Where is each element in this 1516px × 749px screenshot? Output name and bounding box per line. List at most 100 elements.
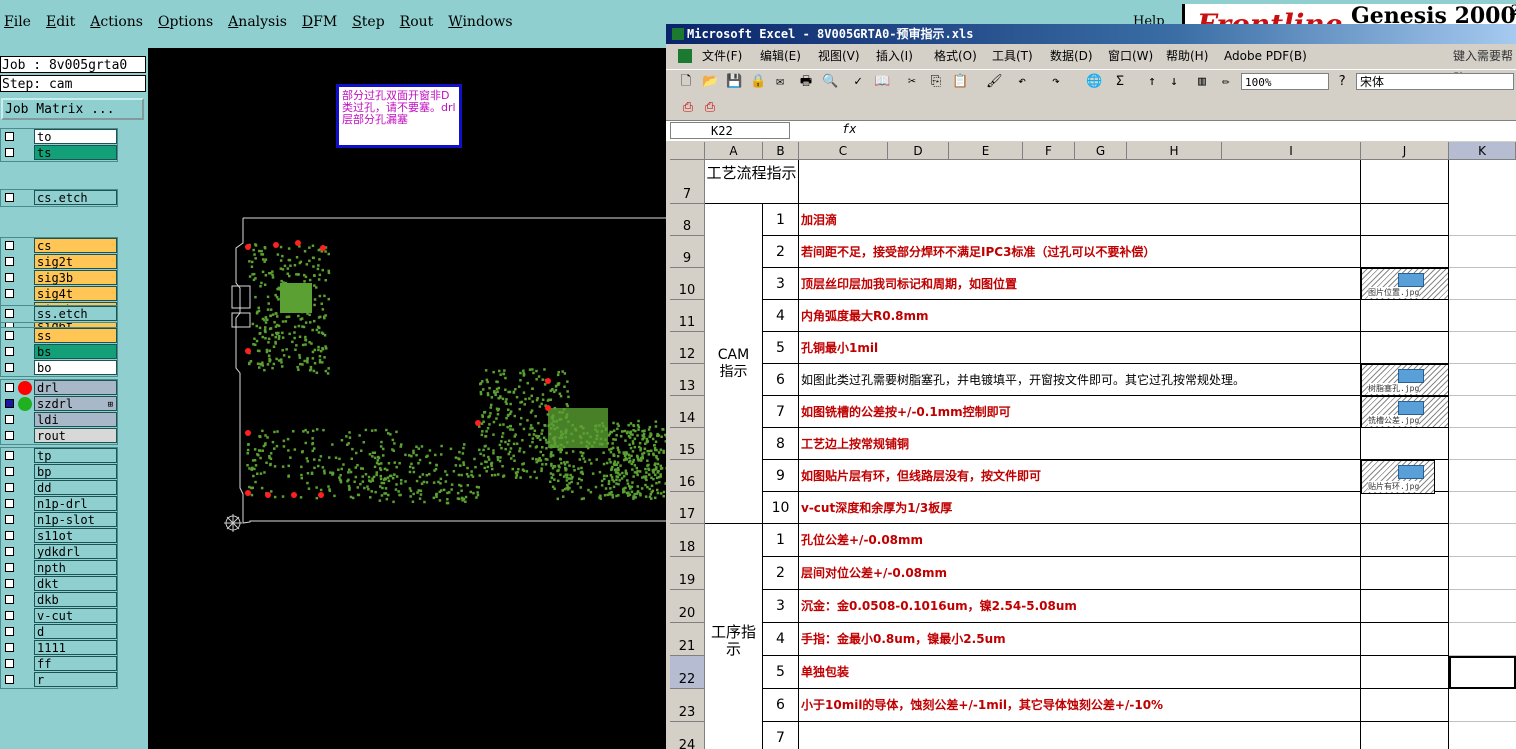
instruction-cell[interactable]: 单独包装	[799, 656, 1361, 689]
item-number-cell[interactable]: 8	[763, 428, 799, 460]
layer-row-ss[interactable]: ss	[1, 328, 117, 344]
layer-name[interactable]: s11ot	[34, 528, 117, 543]
menu-windows[interactable]: Windows	[448, 14, 512, 30]
layer-name[interactable]: 1111	[34, 640, 117, 655]
name-box[interactable]: K22	[670, 122, 790, 139]
excel-menu-item[interactable]: 工具(T)	[992, 45, 1033, 67]
layer-name[interactable]: rout	[34, 428, 117, 443]
layer-checkbox[interactable]	[5, 431, 14, 440]
drawing-icon[interactable]: ✏	[1218, 74, 1234, 90]
research-icon[interactable]: 📖	[874, 74, 890, 90]
menu-dfm[interactable]: DFM	[302, 14, 337, 30]
row-header-18[interactable]: 18	[670, 524, 705, 557]
empty-cell[interactable]	[1449, 623, 1516, 656]
layer-row-szdrl[interactable]: szdrl ⊞	[1, 396, 117, 412]
layer-checkbox[interactable]	[5, 451, 14, 460]
layer-row-s11ot[interactable]: s11ot	[1, 528, 117, 544]
sort-descending-icon[interactable]: ↓	[1166, 74, 1182, 90]
layer-checkbox[interactable]	[5, 659, 14, 668]
layer-row-npth[interactable]: npth	[1, 560, 117, 576]
active-cell-k22[interactable]	[1449, 656, 1516, 689]
layer-row-dd[interactable]: dd	[1, 480, 117, 496]
embedded-image[interactable]: 贴片有环.jpg	[1361, 460, 1435, 494]
empty-cell[interactable]	[1449, 524, 1516, 557]
header-blank-cell[interactable]	[1361, 160, 1449, 204]
layer-checkbox[interactable]	[5, 257, 14, 266]
layer-name[interactable]: cs	[34, 238, 117, 253]
layer-row-to[interactable]: to	[1, 129, 117, 145]
excel-menu-item[interactable]: 帮助(H)	[1166, 45, 1208, 67]
instruction-cell[interactable]: v-cut深度和余厚为1/3板厚	[799, 492, 1361, 524]
excel-menu-item[interactable]: 窗口(W)	[1108, 45, 1153, 67]
layer-row-v-cut[interactable]: v-cut	[1, 608, 117, 624]
layer-name[interactable]: ss.etch	[34, 306, 117, 321]
spelling-icon[interactable]: ✓	[850, 74, 866, 90]
open-folder-icon[interactable]: 📂	[702, 74, 718, 90]
row-header-20[interactable]: 20	[670, 590, 705, 623]
layer-name[interactable]: sig3b	[34, 270, 117, 285]
layer-name[interactable]: szdrl ⊞	[34, 396, 117, 411]
layer-checkbox[interactable]	[5, 273, 14, 282]
layer-checkbox[interactable]	[5, 399, 14, 408]
spreadsheet-grid[interactable]: A B C D E F G H I J K 7 8 1 加泪滴 9 2 若间距不足，接受部分焊环不满足IPC3标准…	[670, 142, 1516, 749]
empty-cell[interactable]	[1449, 204, 1516, 236]
fx-icon[interactable]: fx	[842, 122, 856, 136]
row-header-23[interactable]: 23	[670, 689, 705, 722]
image-column-cell[interactable]	[1361, 428, 1449, 460]
layer-row-bp[interactable]: bp	[1, 464, 117, 480]
instruction-cell[interactable]: 孔铜最小1mil	[799, 332, 1361, 364]
column-header-d[interactable]: D	[888, 142, 949, 160]
item-number-cell[interactable]: 3	[763, 590, 799, 623]
menu-analysis[interactable]: Analysis	[228, 14, 287, 30]
print-icon[interactable]: 🖶	[798, 74, 814, 90]
layer-row-ydkdrl[interactable]: ydkdrl	[1, 544, 117, 560]
layer-name[interactable]: ff	[34, 656, 117, 671]
new-file-icon[interactable]: 🗋	[678, 74, 694, 90]
layer-name[interactable]: npth	[34, 560, 117, 575]
layer-row-r[interactable]: r	[1, 672, 117, 688]
menu-file[interactable]: File	[4, 14, 31, 30]
instruction-cell[interactable]: 沉金：金0.0508-0.1016um，镍2.54-5.08um	[799, 590, 1361, 623]
row-header-14[interactable]: 14	[670, 396, 705, 428]
item-number-cell[interactable]: 7	[763, 722, 799, 749]
layer-checkbox[interactable]	[5, 627, 14, 636]
item-number-cell[interactable]: 5	[763, 656, 799, 689]
row-header-17[interactable]: 17	[670, 492, 705, 524]
layer-row-dkb[interactable]: dkb	[1, 592, 117, 608]
layer-row-tp[interactable]: tp	[1, 448, 117, 464]
embedded-image[interactable]: 铣槽公差.jpg	[1361, 396, 1449, 428]
layer-name[interactable]: tp	[34, 448, 117, 463]
item-number-cell[interactable]: 4	[763, 300, 799, 332]
layer-checkbox[interactable]	[5, 383, 14, 392]
hyperlink-icon[interactable]: 🌐	[1086, 74, 1102, 90]
layer-checkbox[interactable]	[5, 467, 14, 476]
row-header-9[interactable]: 9	[670, 236, 705, 268]
undo-icon[interactable]: ↶	[1014, 74, 1030, 90]
layer-checkbox[interactable]	[5, 193, 14, 202]
empty-cell[interactable]	[1449, 722, 1516, 749]
layer-checkbox[interactable]	[5, 331, 14, 340]
image-column-cell[interactable]	[1361, 332, 1449, 364]
empty-cell[interactable]	[1449, 396, 1516, 428]
sort-ascending-icon[interactable]: ↑	[1144, 74, 1160, 90]
layer-checkbox[interactable]	[5, 611, 14, 620]
layer-row-dkt[interactable]: dkt	[1, 576, 117, 592]
layer-row-sig2t[interactable]: sig2t	[1, 254, 117, 270]
instruction-cell[interactable]: 顶层丝印层加我司标记和周期，如图位置	[799, 268, 1361, 300]
instruction-cell[interactable]: 工艺边上按常规铺铜	[799, 428, 1361, 460]
column-header-e[interactable]: E	[949, 142, 1023, 160]
image-column-cell[interactable]	[1361, 204, 1449, 236]
cut-icon[interactable]: ✂	[904, 74, 920, 90]
row-header-10[interactable]: 10	[670, 268, 705, 300]
row-header-24[interactable]: 24	[670, 722, 705, 749]
graphic-canvas[interactable]: 部分过孔双面开窗非D类过孔，请不要塞。drl层部分孔漏塞	[148, 48, 666, 749]
instruction-cell[interactable]: 手指：金最小0.8um，镍最小2.5um	[799, 623, 1361, 656]
layer-name[interactable]: bo	[34, 360, 117, 375]
menu-actions[interactable]: Actions	[90, 14, 143, 30]
empty-cell[interactable]	[1449, 460, 1516, 492]
column-header-i[interactable]: I	[1222, 142, 1361, 160]
empty-cell[interactable]	[1449, 236, 1516, 268]
embedded-image[interactable]: 树脂塞孔.jpg	[1361, 364, 1449, 396]
layer-checkbox[interactable]	[5, 547, 14, 556]
layer-row-sig3b[interactable]: sig3b	[1, 270, 117, 286]
